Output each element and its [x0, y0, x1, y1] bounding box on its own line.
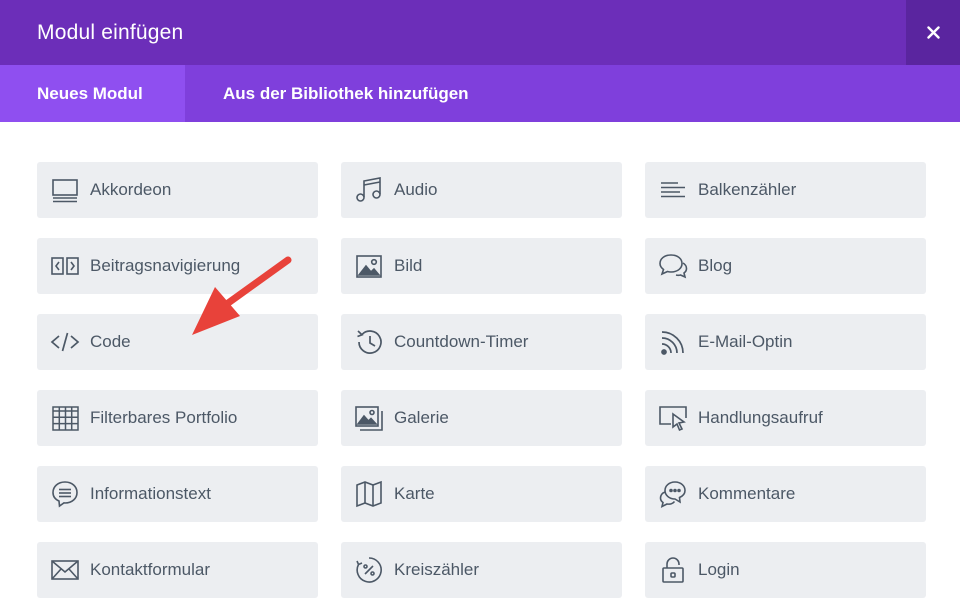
module-blog[interactable]: Blog: [645, 238, 926, 294]
accordion-icon: [48, 173, 82, 207]
module-label: Galerie: [394, 408, 449, 427]
module-filterbares-portfolio[interactable]: Filterbares Portfolio: [37, 390, 318, 446]
chat-bubbles-icon: [656, 249, 690, 283]
module-handlungsaufruf[interactable]: Handlungsaufruf: [645, 390, 926, 446]
module-label: E-Mail-Optin: [698, 332, 793, 351]
module-grid: Akkordeon Audio Balkenzähler Beitragsnav…: [37, 162, 926, 598]
image-icon: [352, 249, 386, 283]
code-icon: [48, 325, 82, 359]
module-label: Handlungsaufruf: [698, 408, 823, 427]
padlock-icon: [656, 553, 690, 587]
module-email-optin[interactable]: E-Mail-Optin: [645, 314, 926, 370]
tab-bibliothek[interactable]: Aus der Bibliothek hinzufügen: [185, 65, 469, 122]
modal-title: Modul einfügen: [37, 21, 184, 44]
map-icon: [352, 477, 386, 511]
module-kontaktformular[interactable]: Kontaktformular: [37, 542, 318, 598]
module-galerie[interactable]: Galerie: [341, 390, 622, 446]
clock-history-icon: [352, 325, 386, 359]
module-label: Code: [90, 332, 131, 351]
module-label: Informationstext: [90, 484, 211, 503]
module-kommentare[interactable]: Kommentare: [645, 466, 926, 522]
module-countdown-timer[interactable]: Countdown-Timer: [341, 314, 622, 370]
module-label: Kommentare: [698, 484, 796, 503]
modal-header: Modul einfügen: [0, 0, 960, 65]
module-label: Balkenzähler: [698, 180, 797, 199]
grid-table-icon: [48, 401, 82, 435]
module-label: Karte: [394, 484, 435, 503]
cursor-screen-icon: [656, 401, 690, 435]
circle-percent-icon: [352, 553, 386, 587]
tab-neues-modul[interactable]: Neues Modul: [0, 65, 185, 122]
module-karte[interactable]: Karte: [341, 466, 622, 522]
module-label: Beitragsnavigierung: [90, 256, 241, 275]
module-label: Kontaktformular: [90, 560, 210, 579]
module-login[interactable]: Login: [645, 542, 926, 598]
module-informationstext[interactable]: Informationstext: [37, 466, 318, 522]
close-button[interactable]: [906, 0, 960, 65]
envelope-icon: [48, 553, 82, 587]
speech-bubble-lines-icon: [48, 477, 82, 511]
module-balkenzaehler[interactable]: Balkenzähler: [645, 162, 926, 218]
module-bild[interactable]: Bild: [341, 238, 622, 294]
module-label: Countdown-Timer: [394, 332, 529, 351]
module-akkordeon[interactable]: Akkordeon: [37, 162, 318, 218]
close-icon: [926, 26, 940, 39]
gallery-icon: [352, 401, 386, 435]
module-label: Login: [698, 560, 740, 579]
modal-tabs: Neues Modul Aus der Bibliothek hinzufüge…: [0, 65, 960, 122]
module-beitragsnavigierung[interactable]: Beitragsnavigierung: [37, 238, 318, 294]
module-label: Bild: [394, 256, 423, 275]
module-label: Kreiszähler: [394, 560, 480, 579]
module-label: Audio: [394, 180, 438, 199]
bar-counter-icon: [656, 173, 690, 207]
module-code[interactable]: Code: [37, 314, 318, 370]
comments-icon: [656, 477, 690, 511]
music-note-icon: [352, 173, 386, 207]
post-navigation-icon: [48, 249, 82, 283]
module-kreiszaehler[interactable]: Kreiszähler: [341, 542, 622, 598]
rss-icon: [656, 325, 690, 359]
module-audio[interactable]: Audio: [341, 162, 622, 218]
module-label: Filterbares Portfolio: [90, 408, 238, 427]
module-label: Blog: [698, 256, 733, 275]
module-label: Akkordeon: [90, 180, 172, 199]
